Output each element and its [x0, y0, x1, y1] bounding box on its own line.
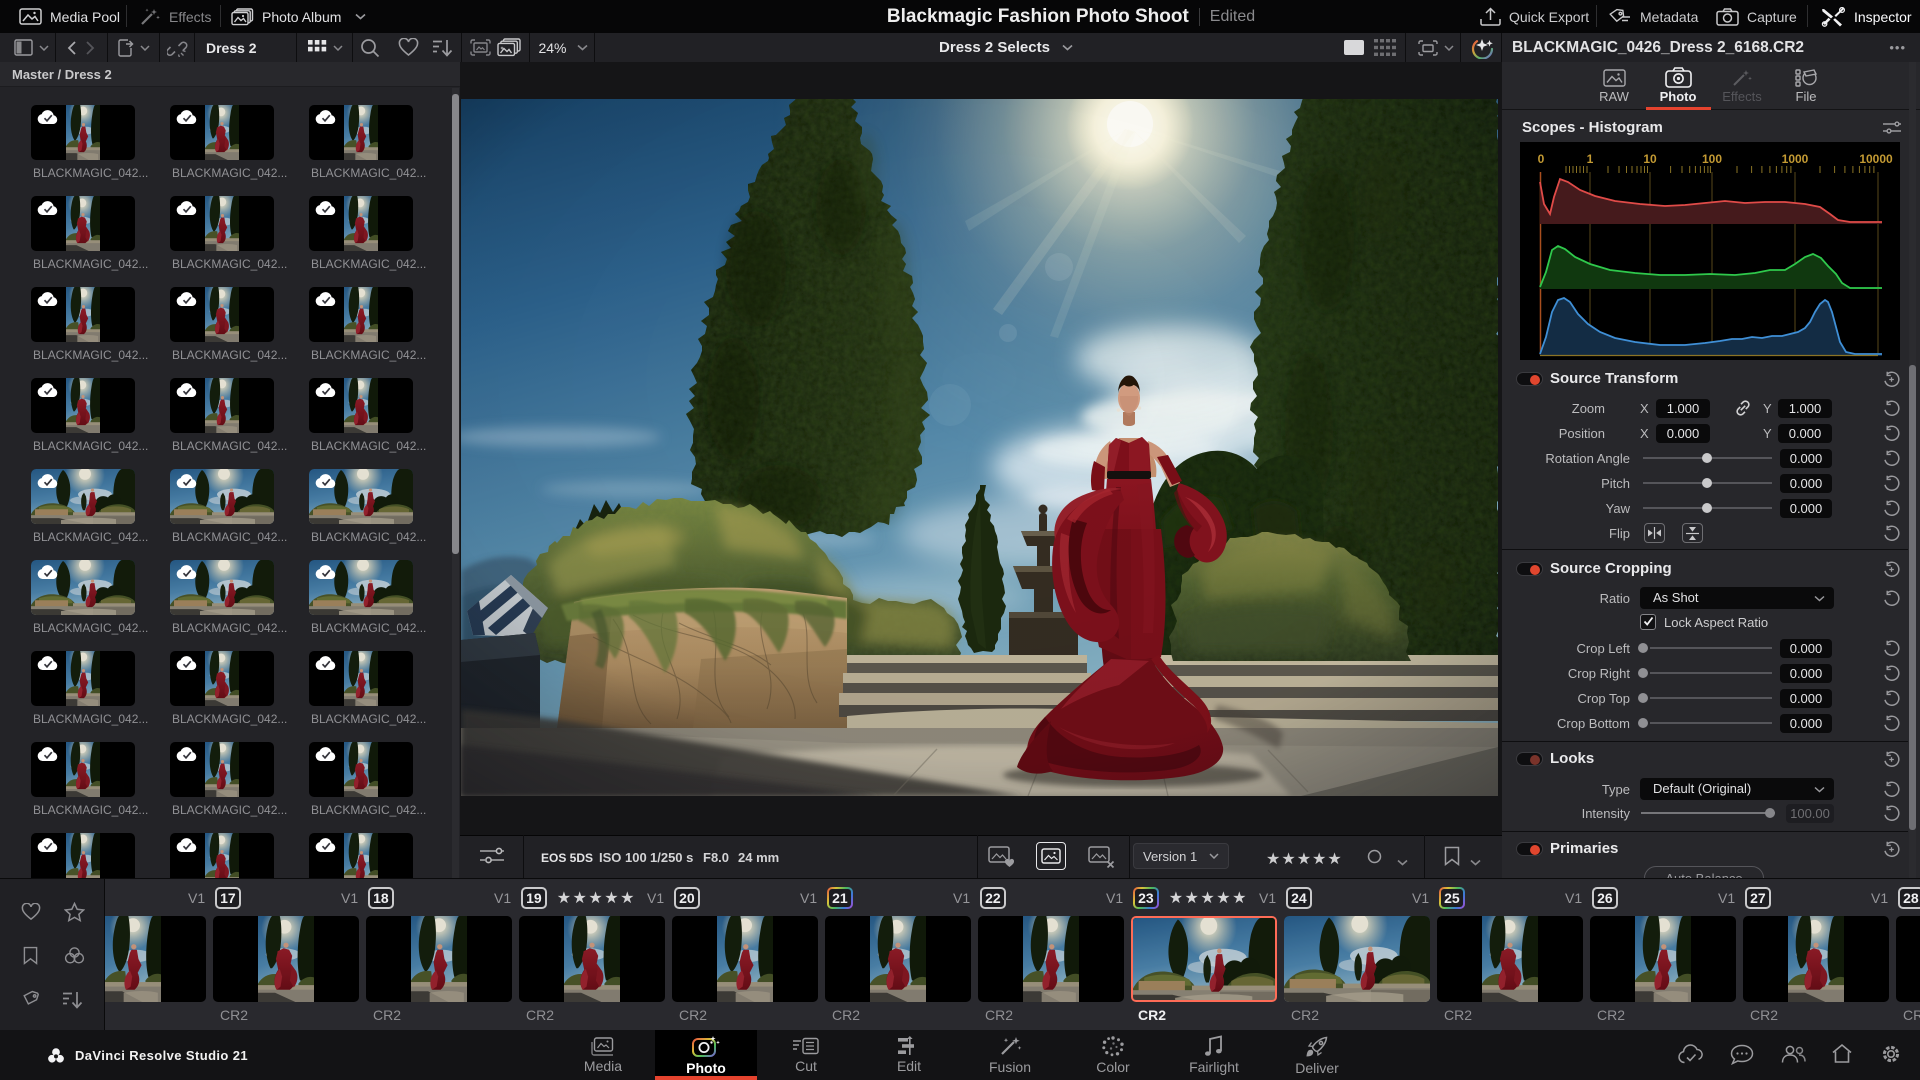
svg-text:10000: 10000: [1859, 152, 1893, 166]
svg-text:10: 10: [1643, 152, 1657, 166]
svg-text:0: 0: [1538, 152, 1545, 166]
svg-text:1: 1: [1587, 152, 1594, 166]
svg-text:1000: 1000: [1782, 152, 1809, 166]
svg-text:100: 100: [1702, 152, 1722, 166]
